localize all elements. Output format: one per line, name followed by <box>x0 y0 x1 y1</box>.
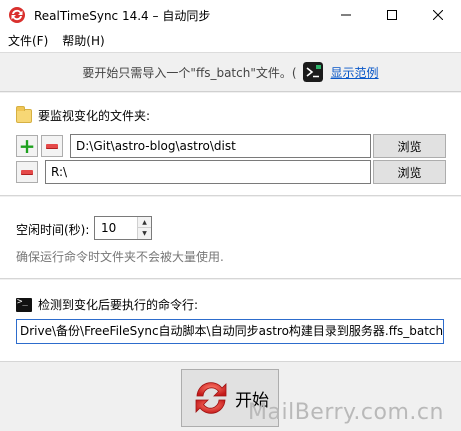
menu-bar: 文件(F) 帮助(H) <box>0 30 461 52</box>
folder-path-input[interactable]: R:\ <box>45 160 371 184</box>
idle-time-value[interactable]: 10 <box>101 217 116 239</box>
idle-time-label: 空闲时间(秒): <box>16 223 90 237</box>
spin-down-icon[interactable]: ▼ <box>138 228 151 239</box>
spin-up-icon[interactable]: ▲ <box>138 217 151 228</box>
close-button[interactable] <box>415 0 461 30</box>
folder-row: R:\ 浏览 <box>16 160 446 184</box>
command-heading: 检测到变化后要执行的命令行: <box>16 296 198 313</box>
folder-icon <box>16 105 32 123</box>
folders-heading: 要监视变化的文件夹: <box>16 105 151 124</box>
command-section: 检测到变化后要执行的命令行: Drive\备份\FreeFileSync自动脚本… <box>0 280 461 362</box>
watermark: MailBerry.com.cn <box>248 400 444 425</box>
hint-text: 要开始只需导入一个"ffs_batch"文件。( <box>82 65 297 80</box>
close-icon <box>433 10 443 20</box>
app-icon <box>9 7 25 23</box>
idle-section: 空闲时间(秒): 10 ▲ ▼ 确保运行命令时文件夹不会被大量使用. <box>0 197 461 279</box>
window-controls <box>323 0 461 30</box>
folders-title: 要监视变化的文件夹: <box>38 109 151 123</box>
browse-button[interactable]: 浏览 <box>373 134 446 158</box>
menu-help[interactable]: 帮助(H) <box>55 30 111 52</box>
folders-section: 要监视变化的文件夹: + D:\Git\astro-blog\astro\dis… <box>0 93 461 196</box>
folder-path-input[interactable]: D:\Git\astro-blog\astro\dist <box>70 134 371 158</box>
spinner-arrows: ▲ ▼ <box>137 217 151 239</box>
title-bar: RealTimeSync 14.4 – 自动同步 <box>0 0 461 30</box>
browse-button[interactable]: 浏览 <box>373 160 446 184</box>
minimize-button[interactable] <box>323 0 369 30</box>
hint-bar: 要开始只需导入一个"ffs_batch"文件。( 显示范例 <box>0 52 461 92</box>
idle-time-spinner[interactable]: 10 ▲ ▼ <box>94 216 152 240</box>
maximize-button[interactable] <box>369 0 415 30</box>
maximize-icon <box>387 10 397 20</box>
add-folder-button[interactable]: + <box>16 135 38 157</box>
bottom-area: 开始 MailBerry.com.cn <box>0 363 461 431</box>
remove-folder-button[interactable] <box>41 135 63 157</box>
window-title: RealTimeSync 14.4 – 自动同步 <box>34 8 211 23</box>
command-input[interactable]: Drive\备份\FreeFileSync自动脚本\自动同步astro构建目录到… <box>16 319 444 344</box>
show-example-link[interactable]: 显示范例 <box>331 64 379 81</box>
terminal-icon <box>302 62 323 82</box>
plus-icon: + <box>18 134 36 158</box>
minus-icon <box>21 169 33 175</box>
command-line-icon <box>16 297 32 312</box>
sync-icon <box>195 382 227 414</box>
minus-icon <box>46 143 58 149</box>
command-title: 检测到变化后要执行的命令行: <box>38 298 199 312</box>
folder-row: + D:\Git\astro-blog\astro\dist 浏览 <box>16 134 446 158</box>
remove-folder-button[interactable] <box>16 161 38 183</box>
idle-time-description: 确保运行命令时文件夹不会被大量使用. <box>16 250 224 264</box>
minimize-icon <box>341 14 351 16</box>
menu-file[interactable]: 文件(F) <box>0 30 55 52</box>
